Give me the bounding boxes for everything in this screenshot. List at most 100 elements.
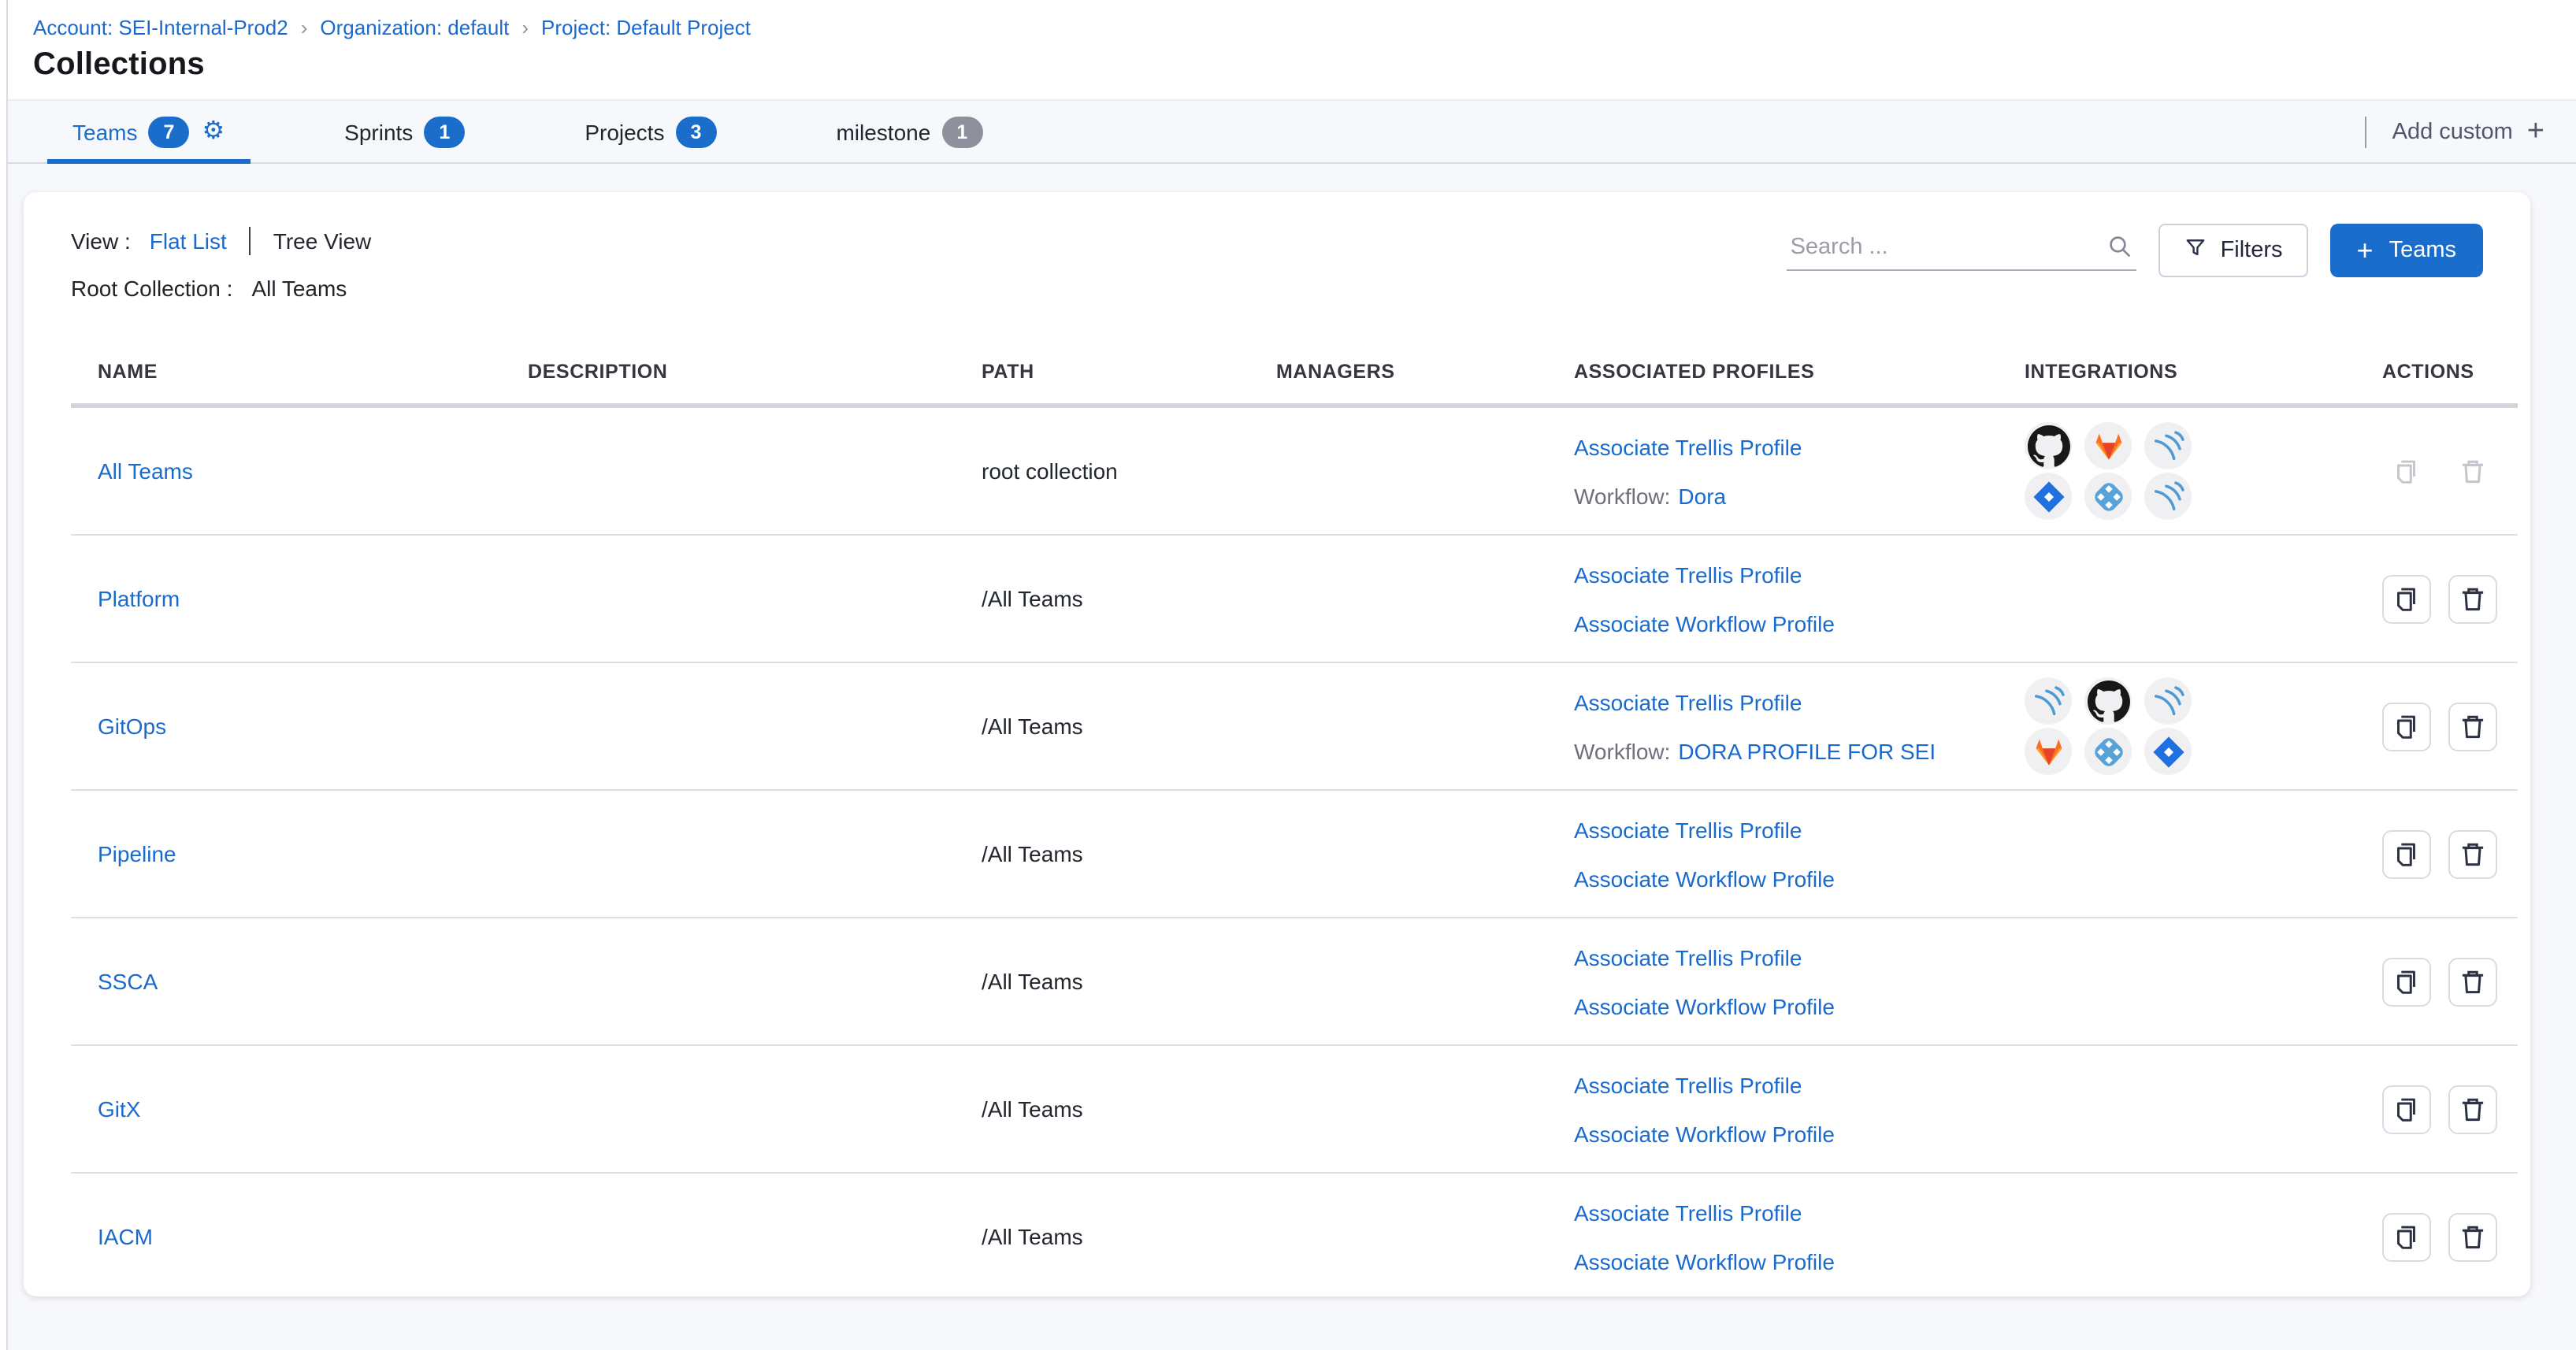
vertical-divider [2365, 116, 2367, 147]
delete-button[interactable] [2448, 957, 2497, 1006]
table-row: Pipeline/All Teams Associate Trellis Prof… [71, 791, 2518, 918]
root-collection-value: All Teams [251, 276, 347, 301]
search-icon [2107, 233, 2134, 268]
add-custom-button[interactable]: Add custom + [2392, 117, 2544, 146]
path-cell: /All Teams [955, 586, 1249, 611]
delete-button[interactable] [2448, 1085, 2497, 1133]
profile-link[interactable]: Associate Trellis Profile [1574, 562, 1802, 587]
add-teams-button[interactable]: + Teams [2330, 224, 2483, 277]
actions-cell [2359, 702, 2518, 751]
profile-link[interactable]: Associate Trellis Profile [1574, 1072, 1802, 1097]
profiles-cell: Associate Trellis Profile Associate Workf… [1547, 936, 1995, 1026]
count-badge: 3 [675, 116, 716, 147]
profile-link[interactable]: Associate Workflow Profile [1574, 866, 1835, 891]
delete-button[interactable] [2448, 829, 2497, 878]
profile-link[interactable]: Associate Trellis Profile [1574, 434, 1802, 459]
profile-link[interactable]: Associate Workflow Profile [1574, 993, 1835, 1018]
collection-name-link[interactable]: Pipeline [98, 841, 176, 866]
delete-button[interactable] [2448, 574, 2497, 623]
actions-cell [2359, 1212, 2518, 1261]
collection-name-link[interactable]: IACM [98, 1224, 153, 1249]
settings-gear-icon[interactable]: ⚙ [202, 119, 225, 144]
collections-card: View : Flat List Tree View Root Collecti… [24, 192, 2530, 1296]
page-header: Account: SEI-Internal-Prod2 › Organizati… [0, 0, 2576, 99]
duplicate-button[interactable] [2382, 829, 2431, 878]
profiles-cell: Associate Trellis ProfileWorkflow:Dora [1547, 426, 1995, 516]
column-header: INTEGRATIONS [1995, 361, 2359, 383]
toolbar: Filters + Teams [1787, 224, 2483, 277]
profile-link[interactable]: Associate Trellis Profile [1574, 689, 1802, 714]
profile-link[interactable]: Associate Workflow Profile [1574, 1121, 1835, 1146]
tab-label: Projects [585, 119, 664, 144]
flat-list-toggle[interactable]: Flat List [150, 228, 227, 254]
profile-link[interactable]: Associate Trellis Profile [1574, 944, 1802, 970]
path-cell: /All Teams [955, 841, 1249, 866]
add-teams-label: Teams [2389, 238, 2456, 263]
profile-link[interactable]: Associate Workflow Profile [1574, 1248, 1835, 1274]
integrations-cell [1995, 422, 2359, 520]
propelo-icon [2084, 728, 2132, 775]
workflow-label: Workflow: [1574, 738, 1670, 763]
tree-view-toggle[interactable]: Tree View [273, 228, 372, 254]
collection-name-link[interactable]: GitX [98, 1096, 140, 1122]
delete-button[interactable] [2448, 1212, 2497, 1261]
actions-cell [2359, 1085, 2518, 1133]
search-field [1787, 224, 2137, 277]
profiles-cell: Associate Trellis Profile Associate Workf… [1547, 554, 1995, 643]
path-cell: root collection [955, 458, 1249, 484]
duplicate-icon [2382, 447, 2431, 495]
profile-link[interactable]: DORA PROFILE FOR SEI [1678, 738, 1936, 763]
collection-name-link[interactable]: All Teams [98, 458, 193, 484]
actions-cell [2359, 829, 2518, 878]
path-cell: /All Teams [955, 969, 1249, 994]
tab-strip-right: Add custom + [2365, 101, 2576, 162]
column-header: DESCRIPTION [501, 361, 955, 383]
collection-name-link[interactable]: SSCA [98, 969, 158, 994]
table-row: IACM/All Teams Associate Trellis Profile A… [71, 1174, 2518, 1296]
sonarqube-icon [2144, 422, 2192, 469]
count-badge: 1 [941, 116, 982, 147]
column-header: ASSOCIATED PROFILES [1547, 361, 1995, 383]
column-header: ACTIONS [2359, 361, 2518, 383]
profile-link[interactable]: Dora [1678, 483, 1726, 508]
tab-projects[interactable]: Projects 3 [559, 101, 741, 162]
propelo-icon [2084, 473, 2132, 520]
breadcrumb-project-link[interactable]: Project: Default Project [541, 16, 751, 39]
tab-teams[interactable]: Teams 7 ⚙ [47, 101, 250, 162]
chevron-right-icon: › [288, 16, 321, 39]
breadcrumb: Account: SEI-Internal-Prod2 › Organizati… [33, 0, 2576, 39]
left-edge-divider [0, 0, 8, 1350]
tab-sprints[interactable]: Sprints 1 [319, 101, 490, 162]
profile-link[interactable]: Associate Trellis Profile [1574, 817, 1802, 842]
path-cell: /All Teams [955, 1224, 1249, 1249]
duplicate-button[interactable] [2382, 574, 2431, 623]
collection-name-link[interactable]: GitOps [98, 714, 166, 739]
view-controls: View : Flat List Tree View Root Collecti… [24, 192, 2530, 340]
sonarqube-icon [2025, 677, 2072, 725]
duplicate-button[interactable] [2382, 702, 2431, 751]
filters-label: Filters [2221, 238, 2283, 263]
table-row: Platform/All Teams Associate Trellis Prof… [71, 536, 2518, 663]
tab-milestone[interactable]: milestone 1 [811, 101, 1008, 162]
duplicate-button[interactable] [2382, 957, 2431, 1006]
tab-label: Sprints [344, 119, 413, 144]
vertical-divider [249, 227, 251, 255]
breadcrumb-organization-link[interactable]: Organization: default [320, 16, 509, 39]
actions-cell [2359, 574, 2518, 623]
plus-icon: + [2527, 117, 2544, 146]
profile-link[interactable]: Associate Trellis Profile [1574, 1200, 1802, 1225]
count-badge: 7 [148, 116, 189, 147]
breadcrumb-account-link[interactable]: Account: SEI-Internal-Prod2 [33, 16, 288, 39]
search-input[interactable] [1787, 224, 2137, 271]
duplicate-button[interactable] [2382, 1085, 2431, 1133]
table-row: GitX/All TeamsAssociate Trellis ProfileA… [71, 1046, 2518, 1174]
profile-link[interactable]: Associate Workflow Profile [1574, 610, 1835, 636]
column-header: PATH [955, 361, 1249, 383]
funnel-icon [2184, 236, 2208, 265]
duplicate-button[interactable] [2382, 1212, 2431, 1261]
delete-button[interactable] [2448, 702, 2497, 751]
collection-name-link[interactable]: Platform [98, 586, 180, 611]
filters-button[interactable]: Filters [2159, 224, 2308, 277]
page-title: Collections [33, 47, 2576, 83]
view-label: View : [71, 228, 131, 254]
